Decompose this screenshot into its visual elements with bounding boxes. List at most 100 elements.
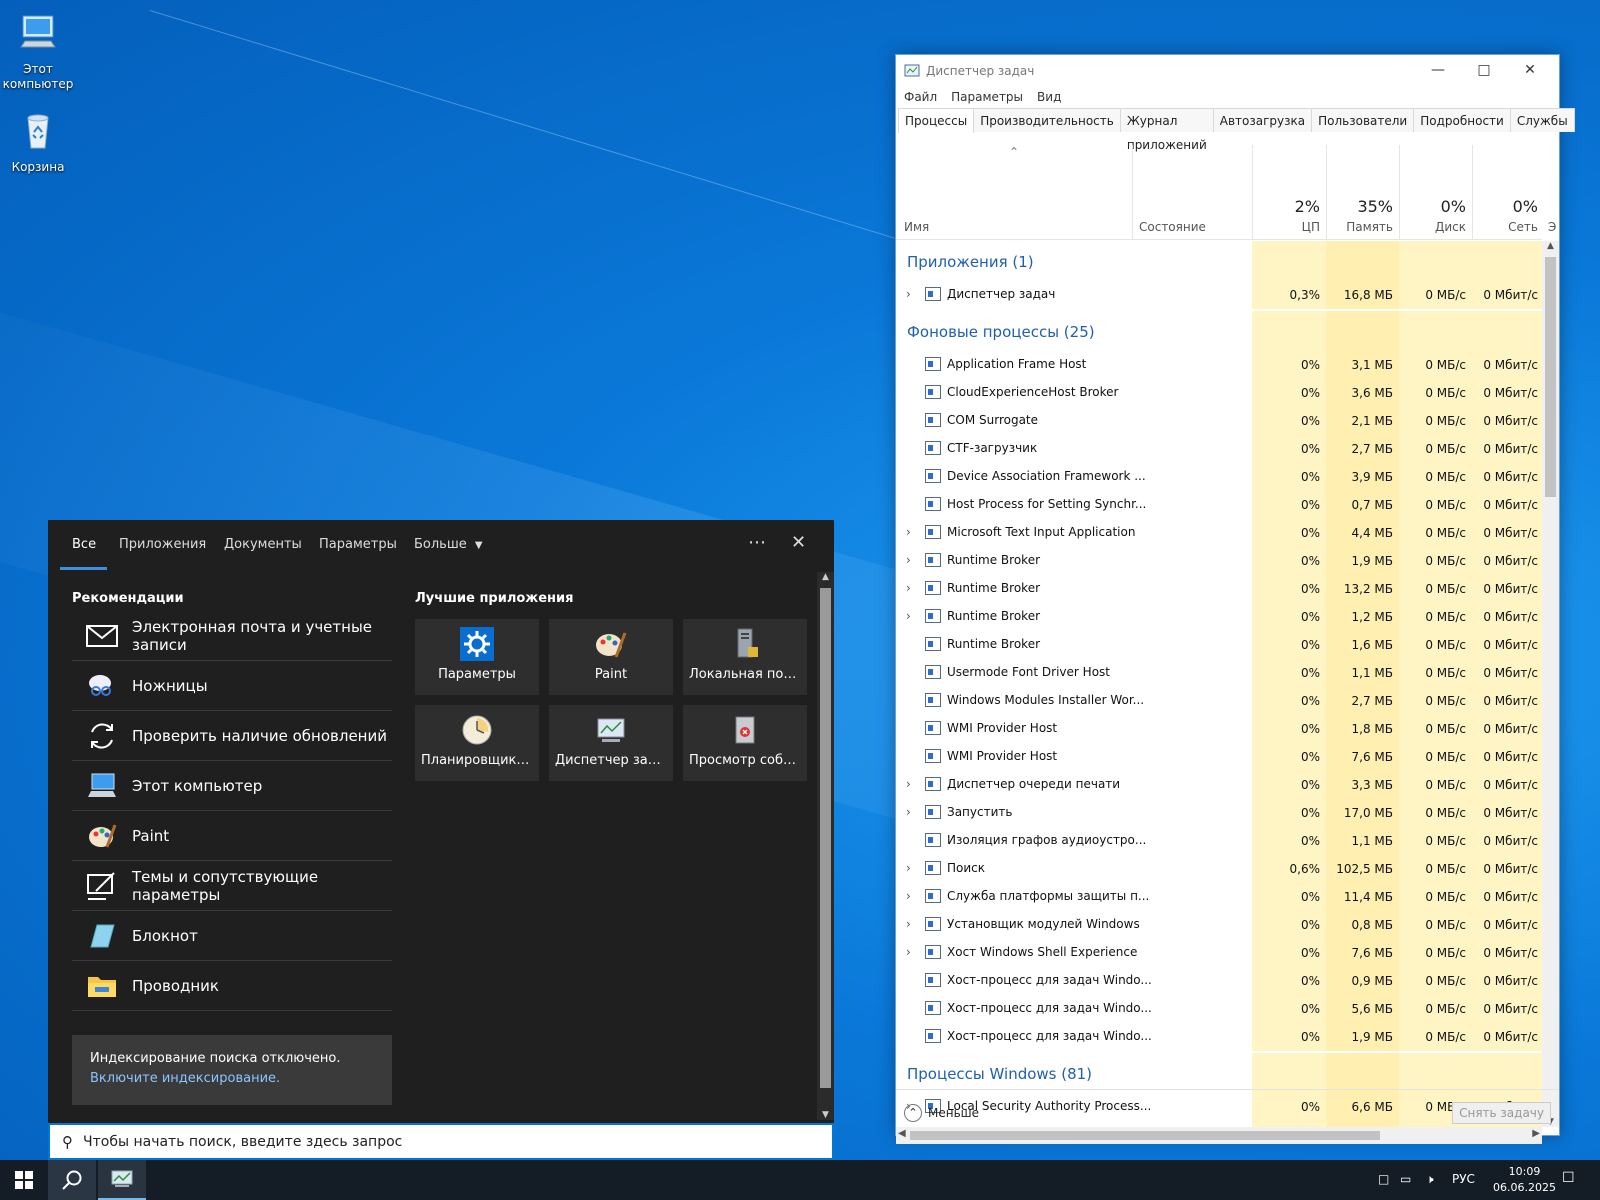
search-tab-settings[interactable]: Параметры	[319, 537, 397, 552]
scroll-up-icon[interactable]: ▲	[1542, 241, 1559, 251]
network-icon[interactable]: ▭	[1400, 1172, 1411, 1186]
expand-chevron-icon[interactable]: ›	[906, 889, 911, 903]
search-taskbar-button[interactable]	[48, 1160, 96, 1200]
top-app-tile[interactable]: Локальная пол...	[683, 619, 807, 695]
process-row[interactable]: 0% 3,6 МБ 0 МБ/с 0 Мбит/с CloudExperienceHos…	[896, 379, 1542, 407]
taskbar-task-manager[interactable]	[98, 1160, 146, 1200]
search-tab-all[interactable]: Все	[72, 537, 96, 552]
process-row[interactable]: 0% 3,1 МБ 0 МБ/с 0 Мбит/с Application Frame …	[896, 351, 1542, 379]
search-tab-documents[interactable]: Документы	[224, 537, 302, 552]
tab-details[interactable]: Подробности	[1413, 108, 1511, 132]
close-button[interactable]: ✕	[1507, 55, 1553, 85]
recommendation-item[interactable]: Темы и сопутствующие параметры	[72, 861, 392, 911]
process-row[interactable]: 0% 11,4 МБ 0 МБ/с 0 Мбит/с › Служба платформы…	[896, 883, 1542, 911]
tab-app-history[interactable]: Журнал приложений	[1119, 108, 1214, 152]
expand-chevron-icon[interactable]: ›	[906, 861, 911, 875]
fewer-details-button[interactable]: ⌃ Меньше	[904, 1103, 979, 1122]
more-options-icon[interactable]: ⋯	[748, 532, 766, 553]
search-box[interactable]: ⚲ Чтобы начать поиск, введите здесь запр…	[48, 1123, 834, 1160]
tab-startup[interactable]: Автозагрузка	[1212, 108, 1313, 132]
recommendation-item[interactable]: Электронная почта и учетные записи	[72, 611, 392, 661]
tab-performance[interactable]: Производительность	[973, 108, 1121, 132]
top-app-tile[interactable]: Параметры	[415, 619, 539, 695]
process-row[interactable]: 0% 7,6 МБ 0 МБ/с 0 Мбит/с › Хост Windows Shel…	[896, 939, 1542, 967]
menu-view[interactable]: Вид	[1037, 90, 1061, 104]
tab-services[interactable]: Службы	[1509, 108, 1575, 132]
process-row[interactable]: 0% 1,1 МБ 0 МБ/с 0 Мбит/с Usermode Font Driv…	[896, 659, 1542, 687]
tab-processes[interactable]: Процессы	[898, 108, 975, 133]
group-header[interactable]: Процессы Windows (81)	[896, 1053, 1542, 1093]
process-row[interactable]: 0% 17,0 МБ 0 МБ/с 0 Мбит/с › Запустить	[896, 799, 1542, 827]
scroll-thumb[interactable]	[1545, 257, 1556, 497]
process-row[interactable]: 0,6% 102,5 МБ 0 МБ/с 0 Мбит/с › Поиск	[896, 855, 1542, 883]
process-row[interactable]: 0% 1,9 МБ 0 МБ/с 0 Мбит/с › Runtime Broker	[896, 547, 1542, 575]
recommendation-item[interactable]: Проверить наличие обновлений	[72, 711, 392, 761]
scroll-up-icon[interactable]: ▲	[817, 572, 834, 582]
top-app-tile[interactable]: Диспетчер задач	[549, 705, 673, 781]
show-hidden-icon[interactable]: □	[1378, 1172, 1389, 1186]
expand-chevron-icon[interactable]: ›	[906, 917, 911, 931]
process-row[interactable]: 0% 7,6 МБ 0 МБ/с 0 Мбит/с WMI Provider Host	[896, 743, 1542, 771]
menu-options[interactable]: Параметры	[951, 90, 1023, 104]
column-name[interactable]: Имя	[904, 220, 929, 234]
process-row[interactable]: 0% 2,1 МБ 0 МБ/с 0 Мбит/с COM Surrogate	[896, 407, 1542, 435]
recommendation-item[interactable]: Ножницы	[72, 661, 392, 711]
group-header[interactable]: Фоновые процессы (25)	[896, 311, 1542, 351]
process-row[interactable]: 0% 13,2 МБ 0 МБ/с 0 Мбит/с › Runtime Broker	[896, 575, 1542, 603]
column-status[interactable]: Состояние	[1132, 145, 1252, 240]
scroll-thumb[interactable]	[820, 588, 831, 1088]
search-tab-more[interactable]: Больше ▼	[414, 537, 483, 552]
recommendation-item[interactable]: Проводник	[72, 961, 392, 1011]
expand-chevron-icon[interactable]: ›	[906, 525, 911, 539]
process-row[interactable]: 0% 5,6 МБ 0 МБ/с 0 Мбит/с Хост-процесс для з…	[896, 995, 1542, 1023]
menu-file[interactable]: Файл	[904, 90, 937, 104]
column-memory[interactable]: 35% Память	[1326, 145, 1399, 240]
column-cpu[interactable]: 2% ЦП	[1252, 145, 1326, 240]
expand-chevron-icon[interactable]: ›	[906, 777, 911, 791]
close-icon[interactable]: ✕	[791, 532, 806, 553]
process-row[interactable]: 0% 0,9 МБ 0 МБ/с 0 Мбит/с Хост-процесс для з…	[896, 967, 1542, 995]
process-row[interactable]: 0% 2,7 МБ 0 МБ/с 0 Мбит/с Windows Modules In…	[896, 687, 1542, 715]
search-input[interactable]: Чтобы начать поиск, введите здесь запрос	[83, 1134, 402, 1150]
process-row[interactable]: 0,3% 16,8 МБ 0 МБ/с 0 Мбит/с › Диспетчер зада…	[896, 281, 1542, 309]
process-row[interactable]: 0% 3,3 МБ 0 МБ/с 0 Мбит/с › Диспетчер очереди…	[896, 771, 1542, 799]
language-indicator[interactable]: РУС	[1452, 1172, 1475, 1186]
process-row[interactable]: 0% 1,1 МБ 0 МБ/с 0 Мбит/с Изоляция графов ау…	[896, 827, 1542, 855]
search-tab-apps[interactable]: Приложения	[119, 537, 206, 552]
start-button[interactable]	[0, 1160, 48, 1200]
search-scrollbar[interactable]: ▲ ▼	[817, 572, 834, 1120]
process-row[interactable]: 0% 1,6 МБ 0 МБ/с 0 Мбит/с Runtime Broker	[896, 631, 1542, 659]
process-row[interactable]: 0% 4,4 МБ 0 МБ/с 0 Мбит/с › Microsoft Text In…	[896, 519, 1542, 547]
recommendation-item[interactable]: Блокнот	[72, 911, 392, 961]
column-extra[interactable]: Э	[1548, 220, 1556, 234]
expand-chevron-icon[interactable]: ›	[906, 553, 911, 567]
desktop-icon-computer[interactable]: Этот компьютер	[0, 10, 76, 92]
expand-chevron-icon[interactable]: ›	[906, 287, 911, 301]
recommendation-item[interactable]: Этот компьютер	[72, 761, 392, 811]
minimize-button[interactable]: —	[1415, 55, 1461, 85]
process-row[interactable]: 0% 1,8 МБ 0 МБ/с 0 Мбит/с WMI Provider Host	[896, 715, 1542, 743]
process-row[interactable]: 0% 3,9 МБ 0 МБ/с 0 Мбит/с Device Association…	[896, 463, 1542, 491]
enable-indexing-link[interactable]: Включите индексирование.	[90, 1071, 374, 1086]
process-row[interactable]: 0% 1,2 МБ 0 МБ/с 0 Мбит/с › Runtime Broker	[896, 603, 1542, 631]
expand-chevron-icon[interactable]: ›	[906, 609, 911, 623]
top-app-tile[interactable]: Просмотр собы...	[683, 705, 807, 781]
expand-chevron-icon[interactable]: ›	[906, 805, 911, 819]
tab-users[interactable]: Пользователи	[1311, 108, 1415, 132]
top-app-tile[interactable]: Планировщик з...	[415, 705, 539, 781]
column-disk[interactable]: 0% Диск	[1399, 145, 1472, 240]
volume-icon[interactable]: 🕨	[1426, 1172, 1434, 1187]
group-header[interactable]: Приложения (1)	[896, 241, 1542, 281]
scroll-down-icon[interactable]: ▼	[817, 1110, 834, 1120]
end-task-button[interactable]: Снять задачу	[1452, 1102, 1551, 1124]
process-row[interactable]: 0% 0,8 МБ 0 МБ/с 0 Мбит/с › Установщик модуле…	[896, 911, 1542, 939]
expand-chevron-icon[interactable]: ›	[906, 945, 911, 959]
process-row[interactable]: 0% 0,7 МБ 0 МБ/с 0 Мбит/с Host Process for S…	[896, 491, 1542, 519]
desktop-icon-recycle-bin[interactable]: Корзина	[0, 108, 76, 175]
vertical-scrollbar[interactable]: ▲ ▼	[1542, 241, 1559, 1127]
column-network[interactable]: 0% Сеть	[1472, 145, 1544, 240]
process-row[interactable]: 0% 1,9 МБ 0 МБ/с 0 Мбит/с Хост-процесс для з…	[896, 1023, 1542, 1051]
clock[interactable]: 10:09 06.06.2025	[1493, 1164, 1556, 1196]
recommendation-item[interactable]: Paint	[72, 811, 392, 861]
expand-chevron-icon[interactable]: ›	[906, 581, 911, 595]
